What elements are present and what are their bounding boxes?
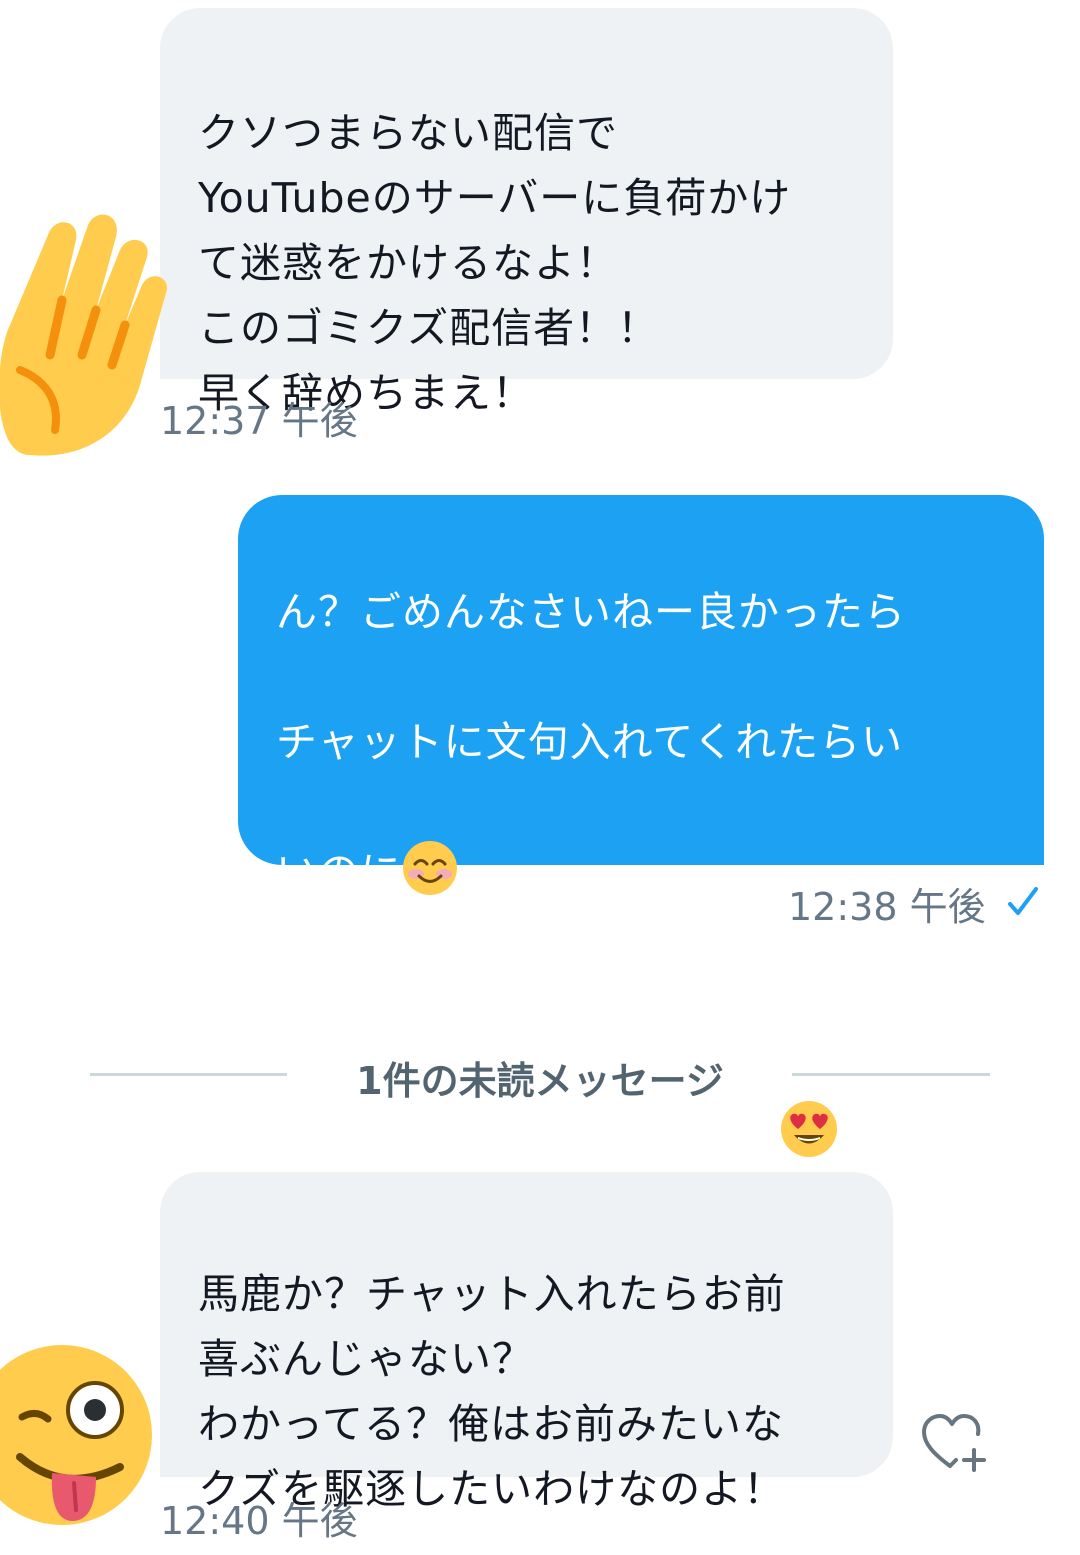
message-line-text: よろしくお願いいたします — [276, 1110, 780, 1158]
message-line: チャットに文句入れてくれたらい — [276, 718, 904, 766]
message-text: 馬鹿か？チャット入れたらお前 喜ぶんじゃない？ わかってる？俺はお前みたいな ク… — [198, 1270, 786, 1513]
message-line: ん？ごめんなさいねー良かったら — [276, 588, 906, 636]
message-line-text: いのに — [276, 848, 402, 896]
winking-face-with-tongue-icon[interactable] — [0, 1345, 160, 1545]
message-timestamp: 12:37 午後 — [160, 399, 358, 443]
incoming-message-bubble[interactable]: クソつまらない配信で YouTubeのサーバーに負荷かけ て迷惑をかけるなよ！ … — [160, 8, 893, 417]
add-like-heart-icon[interactable] — [920, 1412, 992, 1476]
message-text: クソつまらない配信で YouTubeのサーバーに負荷かけ て迷惑をかけるなよ！ … — [198, 109, 792, 417]
outgoing-message-bubble[interactable]: ん？ごめんなさいねー良かったら チャットに文句入れてくれたらい いのに ご指摘あ… — [238, 495, 1044, 1158]
winking-face-shape — [0, 1345, 152, 1525]
divider-line-right — [792, 1073, 990, 1076]
message-timestamp: 12:40 午後 — [160, 1499, 358, 1543]
waving-hand-icon[interactable] — [0, 205, 175, 465]
incoming-message-bubble[interactable]: 馬鹿か？チャット入れたらお前 喜ぶんじゃない？ わかってる？俺はお前みたいな ク… — [160, 1172, 893, 1513]
message-line-with-emoji: よろしくお願いいたします — [276, 1100, 1024, 1167]
smiling-face-with-heart-eyes-icon — [781, 1101, 837, 1157]
waving-hand-shape — [0, 214, 168, 456]
unread-messages-divider: 1件の未読メッセージ — [356, 1059, 724, 1103]
message-timestamp: 12:38 午後 — [788, 885, 986, 929]
sent-check-icon — [1008, 887, 1038, 915]
smiling-face-with-smiling-eyes-icon — [403, 841, 457, 895]
divider-line-left — [90, 1073, 287, 1076]
message-line: ご指摘ありがとうです〜 — [276, 978, 738, 1026]
